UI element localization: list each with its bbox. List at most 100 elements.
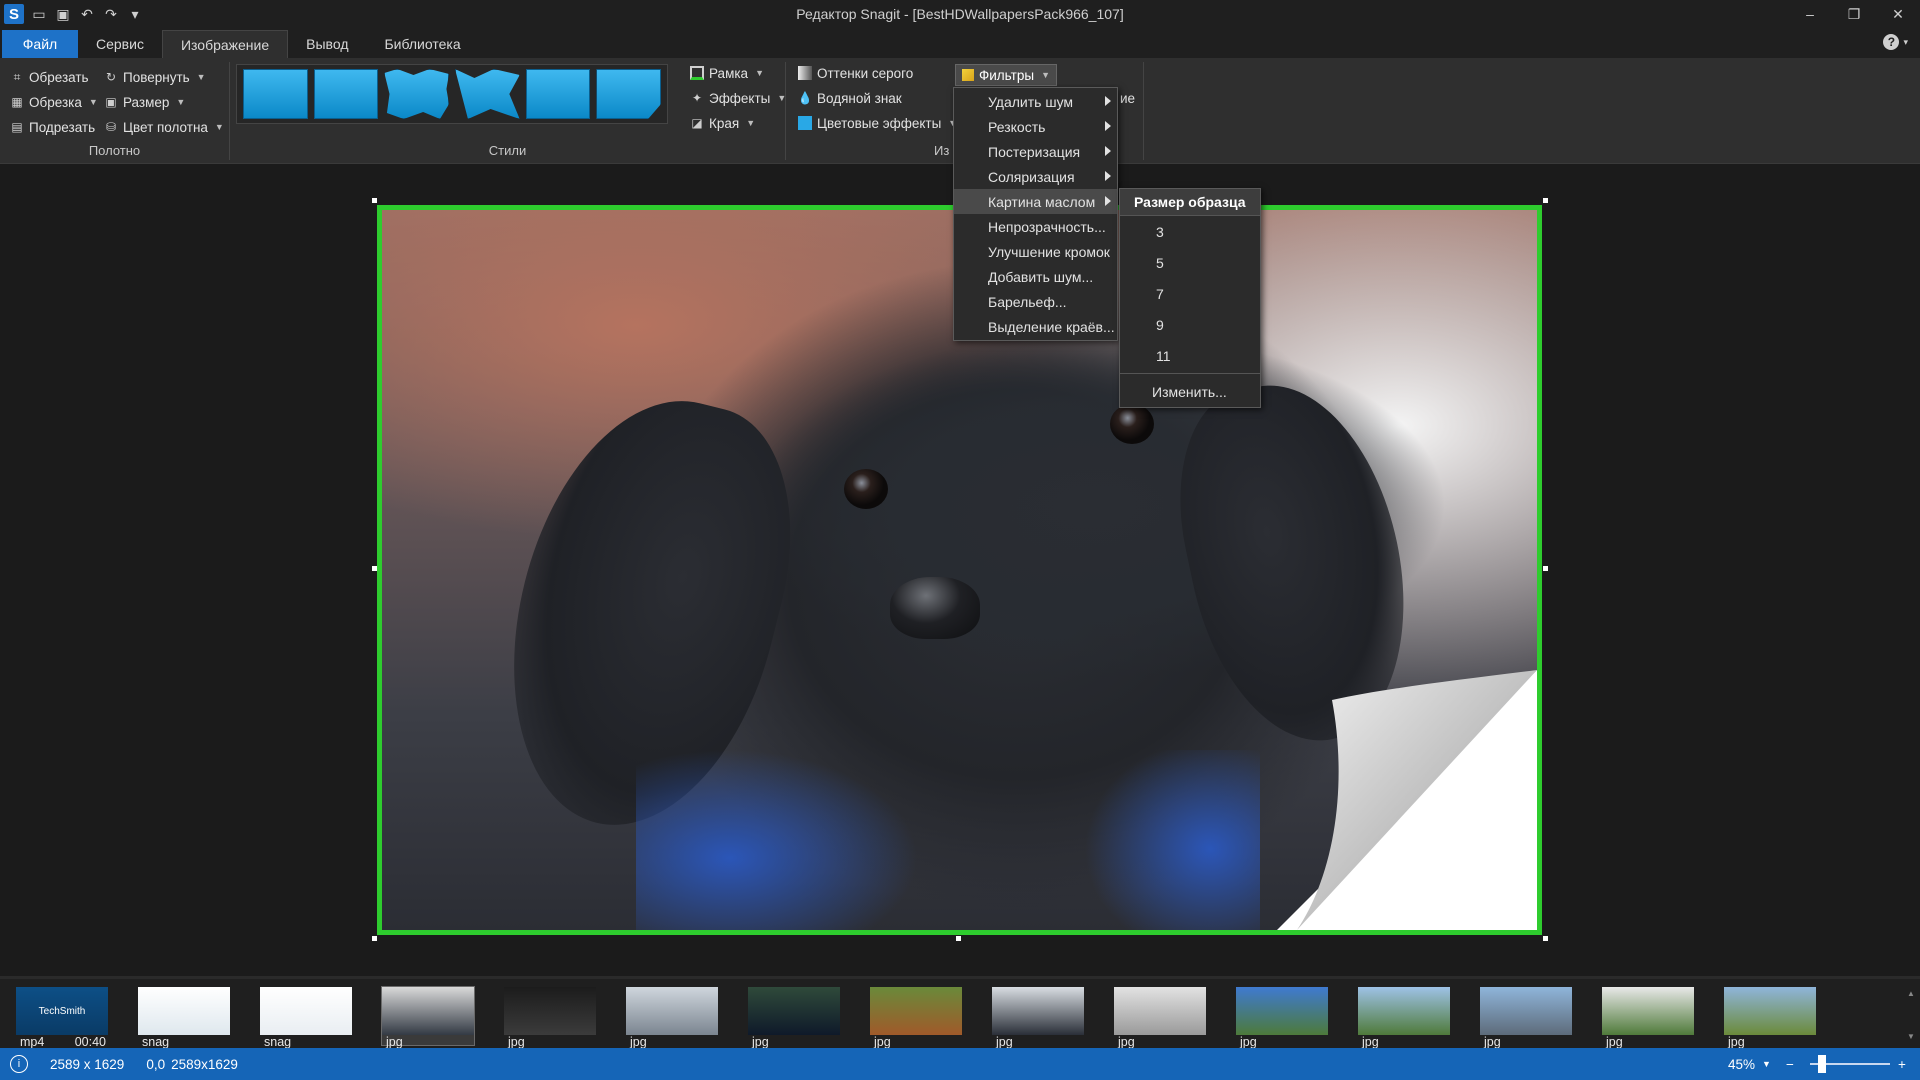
zoom-level[interactable]: 45% — [1728, 1057, 1755, 1072]
menu-item-edge-enhance[interactable]: Улучшение кромок — [954, 239, 1117, 264]
style-thumbnail[interactable] — [525, 69, 591, 119]
rotate-button[interactable]: ↻ Повернуть ▼ — [104, 66, 206, 88]
style-thumbnail[interactable] — [313, 69, 379, 119]
menu-item-posterize[interactable]: Постеризация — [954, 139, 1117, 164]
window-title: Редактор Snagit - [BestHDWallpapersPack9… — [796, 6, 1124, 22]
tray-thumbnail[interactable]: jpg — [748, 987, 840, 1049]
watermark-button[interactable]: 💧 Водяной знак — [798, 87, 902, 109]
customize-qat-icon[interactable]: ▾ — [126, 5, 144, 23]
tab-library[interactable]: Библиотека — [366, 30, 478, 58]
canvas-color-dropdown-icon: ▼ — [214, 122, 224, 132]
menu-item-opacity[interactable]: Непрозрачность... — [954, 214, 1117, 239]
frame-icon — [690, 66, 704, 80]
photo-detail — [844, 469, 888, 510]
sample-size-custom[interactable]: Изменить... — [1120, 376, 1260, 407]
help-dropdown-icon: ▾ — [1903, 36, 1908, 47]
redo-icon[interactable]: ↷ — [102, 5, 120, 23]
color-effects-button[interactable]: Цветовые эффекты ▼ — [798, 112, 957, 134]
canvas-color-button[interactable]: ⛁ Цвет полотна ▼ — [104, 116, 224, 138]
tray-thumbnail[interactable]: snag — [260, 987, 352, 1049]
tray-thumbnail[interactable]: jpg — [1358, 987, 1450, 1049]
restore-icon[interactable]: ❐ — [1832, 0, 1876, 28]
cut-out-button[interactable]: ▤ Подрезать — [10, 116, 95, 138]
trim-button[interactable]: ▦ Обрезка ▼ — [10, 91, 98, 113]
edges-button[interactable]: ◪ Края ▼ — [690, 112, 755, 134]
menu-item-add-noise[interactable]: Добавить шум... — [954, 264, 1117, 289]
resize-handle[interactable] — [956, 936, 961, 941]
tray-thumbnail[interactable]: jpg — [626, 987, 718, 1049]
photo-detail — [890, 577, 981, 640]
style-thumbnail[interactable] — [243, 69, 308, 119]
style-thumbnail[interactable] — [596, 69, 662, 119]
tab-file[interactable]: Файл — [2, 30, 78, 58]
zoom-slider-thumb[interactable] — [1818, 1055, 1826, 1073]
menu-item-remove-noise[interactable]: Удалить шум — [954, 89, 1117, 114]
help-button[interactable]: ? ▾ — [1883, 34, 1908, 50]
thumbnail-image: TechSmith — [16, 987, 108, 1035]
photo-detail — [1109, 404, 1154, 445]
sample-size-option-7[interactable]: 7 — [1120, 278, 1260, 309]
recent-captures-tray: ▲ ▼ TechSmith mp4 00:40 snag snag jpg jpg jpg jpg… — [0, 976, 1920, 1049]
style-thumbnail[interactable] — [455, 69, 520, 119]
close-icon[interactable]: ✕ — [1876, 0, 1920, 28]
sample-size-option-9[interactable]: 9 — [1120, 309, 1260, 340]
tray-thumbnail[interactable]: jpg — [1236, 987, 1328, 1049]
open-icon[interactable]: ▭ — [30, 5, 48, 23]
info-icon[interactable]: i — [10, 1055, 28, 1073]
tray-thumbnail[interactable]: jpg — [1602, 987, 1694, 1049]
tab-output[interactable]: Вывод — [288, 30, 366, 58]
tray-thumbnail[interactable]: jpg — [1114, 987, 1206, 1049]
tray-thumbnail[interactable]: jpg — [1724, 987, 1816, 1049]
zoom-out-icon[interactable]: − — [1786, 1057, 1794, 1072]
menu-item-sharpen[interactable]: Резкость — [954, 114, 1117, 139]
menu-item-edge-detect[interactable]: Выделение краёв... — [954, 314, 1117, 339]
undo-icon[interactable]: ↶ — [78, 5, 96, 23]
menu-item-emboss[interactable]: Барельеф... — [954, 289, 1117, 314]
thumbnail-type-label: jpg — [874, 1035, 891, 1049]
trim-dropdown-icon: ▼ — [88, 97, 98, 107]
crop-button[interactable]: ⌗ Обрезать — [10, 66, 89, 88]
resize-handle[interactable] — [372, 198, 377, 203]
effects-button[interactable]: ✦ Эффекты ▼ — [690, 87, 786, 109]
canvas-group-label: Полотно — [88, 143, 141, 158]
tray-scrollbar[interactable]: ▲ ▼ — [1906, 989, 1916, 1041]
tray-thumbnail[interactable]: jpg — [992, 987, 1084, 1049]
resize-handle[interactable] — [1543, 566, 1548, 571]
title-bar: S ▭ ▣ ↶ ↷ ▾ Редактор Snagit - [BestHDWal… — [0, 0, 1920, 28]
menu-item-oil-painting[interactable]: Картина маслом — [954, 189, 1117, 214]
cut-out-icon: ▤ — [11, 120, 23, 134]
grayscale-button[interactable]: Оттенки серого — [798, 62, 913, 84]
tab-service[interactable]: Сервис — [78, 30, 162, 58]
thumbnail-image — [748, 987, 840, 1035]
thumbnail-image — [382, 987, 474, 1035]
tab-image[interactable]: Изображение — [161, 30, 289, 58]
style-thumbnail[interactable] — [384, 69, 450, 119]
tray-thumbnail[interactable]: jpg — [870, 987, 962, 1049]
resize-handle[interactable] — [372, 566, 377, 571]
resize-handle[interactable] — [1543, 936, 1548, 941]
resize-handle[interactable] — [372, 936, 377, 941]
resize-handle[interactable] — [1543, 198, 1548, 203]
minimize-icon[interactable]: – — [1788, 0, 1832, 28]
frame-button[interactable]: Рамка ▼ — [690, 62, 764, 84]
tray-thumbnail[interactable]: snag — [138, 987, 230, 1049]
zoom-dropdown-icon[interactable]: ▼ — [1762, 1059, 1771, 1069]
thumbnail-type-label: jpg — [996, 1035, 1013, 1049]
menu-separator — [1120, 373, 1260, 374]
tray-thumbnail[interactable]: TechSmith mp4 00:40 — [16, 987, 108, 1049]
sample-size-option-3[interactable]: 3 — [1120, 216, 1260, 247]
tray-thumbnail[interactable]: jpg — [1480, 987, 1572, 1049]
scroll-down-icon[interactable]: ▼ — [1907, 1032, 1915, 1041]
tray-thumbnail[interactable]: jpg — [504, 987, 596, 1049]
tray-thumbnail[interactable]: jpg — [381, 986, 475, 1049]
save-icon[interactable]: ▣ — [54, 5, 72, 23]
scroll-up-icon[interactable]: ▲ — [1907, 989, 1915, 998]
resize-button[interactable]: ▣ Размер ▼ — [104, 91, 185, 113]
menu-item-solarize[interactable]: Соляризация — [954, 164, 1117, 189]
sample-size-option-5[interactable]: 5 — [1120, 247, 1260, 278]
filters-button[interactable]: Фильтры ▼ — [955, 64, 1057, 86]
thumbnail-type-label: jpg — [630, 1035, 647, 1049]
zoom-in-icon[interactable]: + — [1898, 1057, 1906, 1072]
thumbnail-image — [504, 987, 596, 1035]
sample-size-option-11[interactable]: 11 — [1120, 340, 1260, 371]
